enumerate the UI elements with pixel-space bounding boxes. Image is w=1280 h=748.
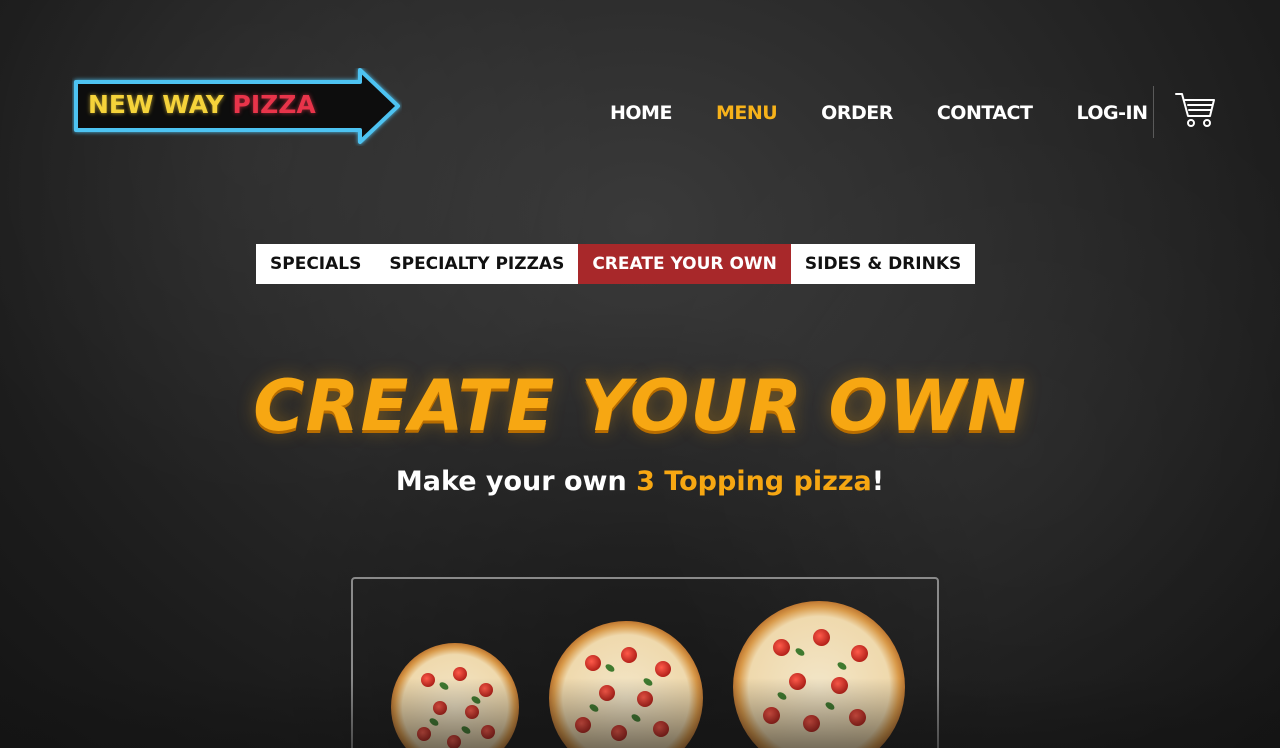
main-nav: HOME MENU ORDER CONTACT LOG-IN	[610, 98, 1191, 128]
tab-sides-drinks[interactable]: SIDES & DRINKS	[791, 244, 975, 284]
logo-text: NEW WAY PIZZA	[88, 90, 316, 119]
tab-create-your-own[interactable]: CREATE YOUR OWN	[578, 244, 791, 284]
logo-word-pizza: PIZZA	[232, 90, 316, 119]
logo-word-new-way: NEW WAY	[88, 90, 224, 119]
nav-home[interactable]: HOME	[610, 102, 672, 124]
tab-specials[interactable]: SPECIALS	[256, 244, 375, 284]
nav-contact[interactable]: CONTACT	[937, 102, 1033, 124]
nav-login[interactable]: LOG-IN	[1076, 102, 1148, 124]
pizza-medium-image[interactable]	[549, 621, 703, 748]
subtitle-prefix: Make your own	[395, 466, 637, 497]
logo[interactable]: NEW WAY PIZZA	[72, 68, 402, 146]
nav-order[interactable]: ORDER	[821, 102, 893, 124]
page-subtitle: Make your own 3 Topping pizza!	[0, 466, 1280, 497]
nav-menu[interactable]: MENU	[716, 102, 778, 124]
nav-divider	[1153, 86, 1154, 138]
tab-specialty-pizzas[interactable]: SPECIALTY PIZZAS	[375, 244, 578, 284]
cart-icon[interactable]	[1174, 90, 1216, 130]
menu-category-tabs: SPECIALS SPECIALTY PIZZAS CREATE YOUR OW…	[256, 244, 976, 284]
pizza-large-image[interactable]	[733, 601, 905, 748]
subtitle-suffix: !	[871, 466, 885, 497]
subtitle-highlight: 3 Topping pizza	[636, 466, 872, 497]
pizza-small-image[interactable]	[391, 643, 519, 748]
page-title: CREATE YOUR OWN	[253, 365, 1027, 447]
pizza-size-panel	[351, 577, 939, 748]
